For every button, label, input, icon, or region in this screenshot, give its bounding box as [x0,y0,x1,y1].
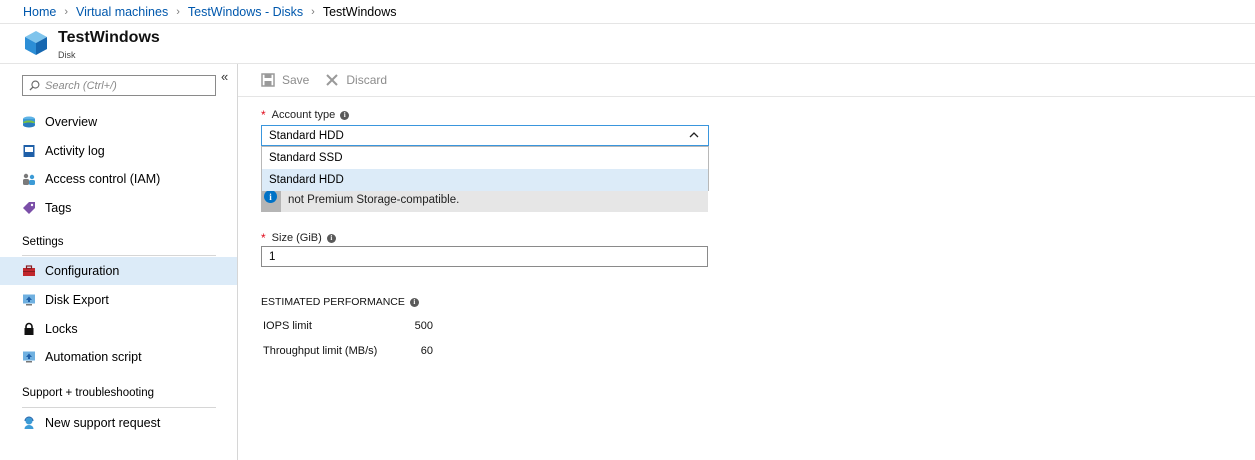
sidebar-item-tags[interactable]: Tags [0,194,237,222]
chevron-right-icon: › [64,5,69,18]
iops-value: 500 [414,320,433,332]
account-type-label: Account type [271,109,336,121]
required-marker: * [261,108,266,122]
sidebar-item-label: Disk Export [45,293,109,307]
sidebar-item-access-control[interactable]: Access control (IAM) [0,165,237,193]
dropdown-option-standard-hdd[interactable]: Standard HDD [262,169,708,191]
sidebar-item-configuration[interactable]: Configuration [0,257,237,285]
sidebar-search[interactable] [22,75,216,96]
tag-icon [22,201,36,215]
divider [22,407,216,408]
sidebar-item-label: Tags [45,201,72,215]
info-banner-text: not Premium Storage-compatible. [288,194,460,206]
sidebar-item-label: Activity log [45,144,105,158]
throughput-label: Throughput limit (MB/s) [263,345,378,357]
account-type-value: Standard HDD [269,129,344,142]
sidebar-item-label: Configuration [45,264,120,278]
required-marker: * [261,231,266,245]
size-input[interactable] [261,246,708,267]
info-icon[interactable]: i [326,233,336,243]
breadcrumb-virtual-machines[interactable]: Virtual machines [76,5,168,19]
breadcrumb: Home › Virtual machines › TestWindows - … [0,0,1255,24]
breadcrumb-home[interactable]: Home [23,5,56,19]
settings-section-header: Settings [22,236,64,248]
chevron-right-icon: › [176,5,180,18]
chevron-right-icon: › [311,5,315,18]
discard-label: Discard [346,73,388,87]
discard-button[interactable]: Discard [325,73,387,87]
iops-label: IOPS limit [263,320,312,332]
performance-title: ESTIMATED PERFORMANCE [261,296,405,308]
sidebar-item-label: New support request [45,416,161,430]
save-icon [261,73,275,87]
resource-header: TestWindows Disk [0,24,1255,64]
page-subtitle: Disk [58,50,76,60]
disk-export-icon [22,293,36,307]
lock-icon [22,322,36,336]
info-icon[interactable]: i [340,110,350,120]
throughput-value: 60 [420,345,433,357]
sidebar-item-label: Locks [45,322,78,336]
support-section-header: Support + troubleshooting [22,387,155,399]
save-button[interactable]: Save [261,73,309,87]
breadcrumb-disks[interactable]: TestWindows - Disks [188,5,303,19]
activity-log-icon [22,144,36,158]
info-icon: i [264,190,277,203]
chevron-up-icon [689,132,699,138]
collapse-sidebar-icon[interactable]: « [221,69,228,84]
disk-cube-icon [25,31,47,55]
toolbox-icon [22,264,36,278]
sidebar-item-disk-export[interactable]: Disk Export [0,286,237,314]
divider [22,255,216,256]
search-input[interactable] [45,79,205,92]
support-person-icon [22,416,36,430]
account-type-dropdown: Standard SSD Standard HDD [261,146,709,191]
performance-header: ESTIMATED PERFORMANCE i [261,296,419,308]
people-icon [22,172,36,186]
close-icon [326,74,339,86]
sidebar-item-locks[interactable]: Locks [0,315,237,343]
sidebar-item-label: Automation script [45,350,142,364]
overview-disk-icon [22,115,36,129]
automation-script-icon [22,350,36,364]
sidebar-item-automation-script[interactable]: Automation script [0,343,237,371]
size-label: Size (GiB) [271,232,322,244]
page-title: TestWindows [58,29,160,46]
command-bar: Save Discard [238,64,1255,97]
sidebar-item-new-support-request[interactable]: New support request [0,409,237,437]
search-icon [29,80,40,91]
save-label: Save [282,73,310,87]
sidebar-item-label: Access control (IAM) [45,172,161,186]
breadcrumb-current: TestWindows [322,4,397,19]
sidebar-item-label: Overview [45,115,98,129]
account-type-label-row: * Account type i [261,108,350,122]
sidebar-item-overview[interactable]: Overview [0,108,237,136]
size-label-row: * Size (GiB) i [261,231,336,245]
sidebar: « Overview Activity log Access control (… [0,64,238,460]
sidebar-item-activity-log[interactable]: Activity log [0,137,237,165]
account-type-select[interactable]: Standard HDD [261,125,709,146]
info-icon[interactable]: i [409,297,419,307]
dropdown-option-standard-ssd[interactable]: Standard SSD [262,147,708,169]
